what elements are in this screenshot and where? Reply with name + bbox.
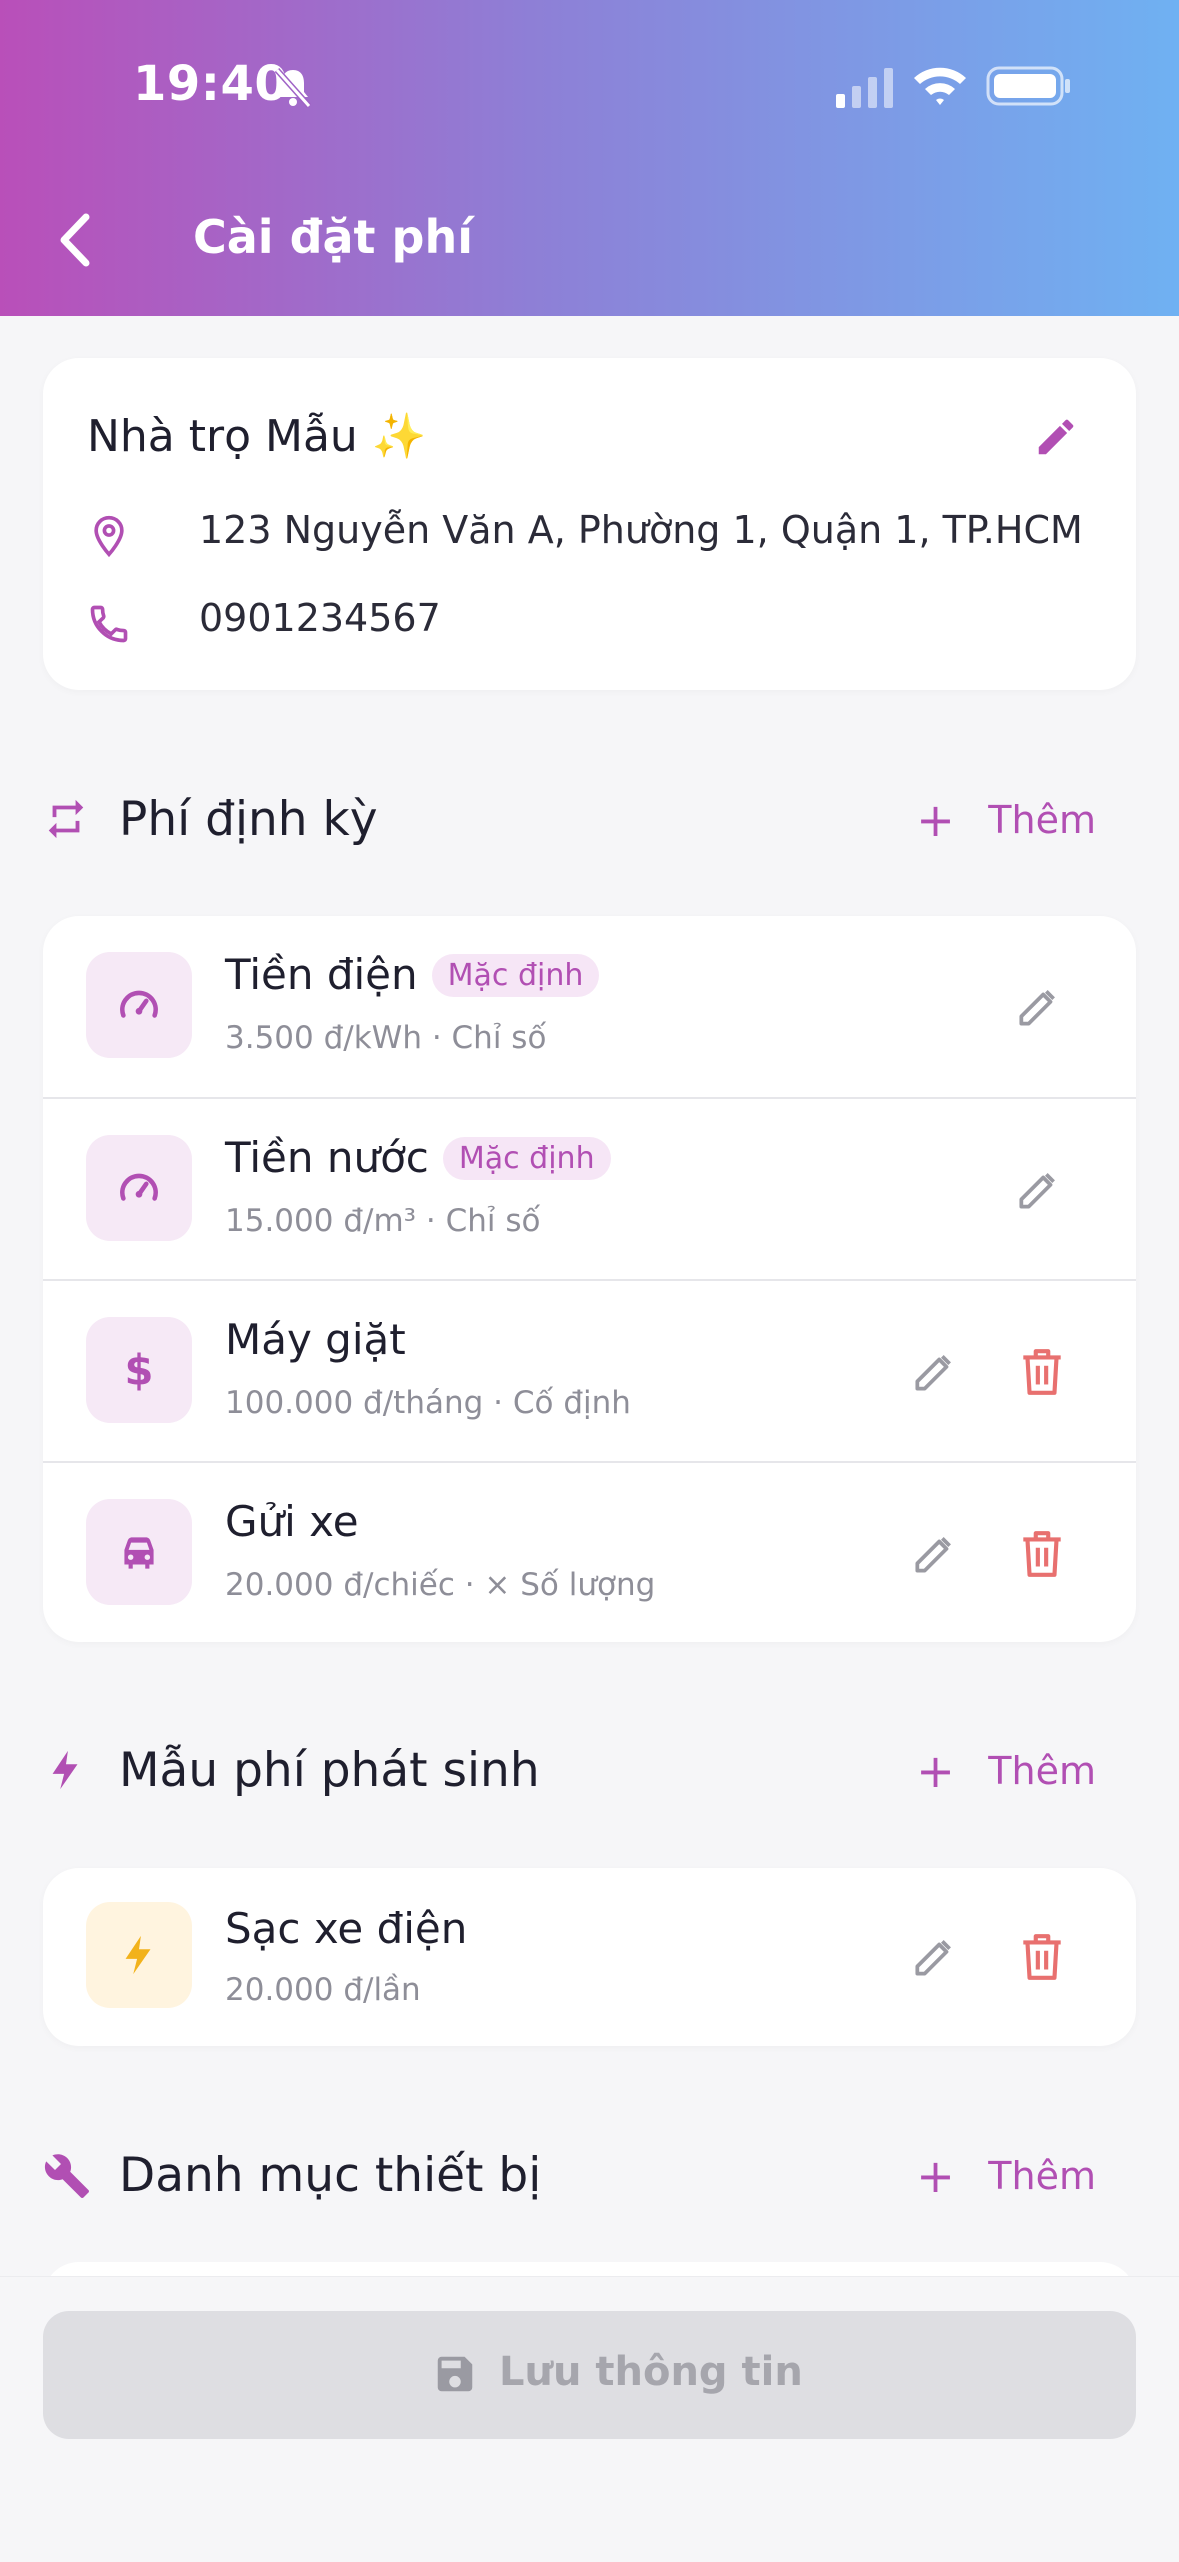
fee-detail: 20.000 đ/chiếc · × Số lượng	[225, 1567, 656, 1603]
default-badge: Mặc định	[431, 954, 600, 997]
default-badge: Mặc định	[442, 1137, 611, 1180]
fee-name-text: Tiền điện	[225, 950, 418, 999]
save-label: Lưu thông tin	[499, 2349, 803, 2395]
page-title: Cài đặt phí	[193, 210, 473, 264]
fee-item[interactable]: Tiền điện Mặc định 3.500 đ/kWh · Chỉ số	[43, 916, 1136, 1097]
property-card: Nhà trọ Mẫu ✨ 123 Nguyễn Văn A, Phường 1…	[43, 358, 1136, 690]
gauge-icon	[86, 952, 192, 1058]
phone-icon	[90, 605, 128, 643]
wrench-icon	[44, 2154, 89, 2198]
add-recurring-fee-label: Thêm	[988, 798, 1096, 842]
fee-name-text: Tiền nước	[225, 1133, 429, 1182]
fee-item[interactable]: Tiền nước Mặc định 15.000 đ/m³ · Chỉ số	[43, 1097, 1136, 1280]
save-icon	[437, 2356, 473, 2392]
repeat-icon	[48, 799, 84, 839]
bolt-icon	[86, 1902, 192, 2008]
fee-item[interactable]: Gửi xe 20.000 đ/chiếc · × Số lượng	[43, 1461, 1136, 1642]
bell-off-icon	[274, 68, 312, 108]
equipment-title: Danh mục thiết bị	[119, 2148, 542, 2203]
plus-icon: +	[916, 793, 955, 847]
car-icon	[86, 1499, 192, 1605]
delete-fee-button[interactable]	[1017, 1930, 1067, 1984]
status-time: 19:40	[133, 56, 289, 112]
add-equipment-button[interactable]: + Thêm	[916, 2153, 1096, 2204]
delete-fee-button[interactable]	[1017, 1345, 1067, 1399]
wifi-icon	[914, 67, 966, 105]
incidental-fees-card: Sạc xe điện 20.000 đ/lần	[43, 1868, 1136, 2046]
equipment-header: Danh mục thiết bị + Thêm	[43, 2136, 1136, 2216]
recurring-fees-card: Tiền điện Mặc định 3.500 đ/kWh · Chỉ số T…	[43, 916, 1136, 1642]
save-button[interactable]: Lưu thông tin	[43, 2311, 1136, 2439]
fee-detail: 3.500 đ/kWh · Chỉ số	[225, 1020, 547, 1056]
recurring-fees-title: Phí định kỳ	[119, 792, 378, 847]
plus-icon: +	[916, 2149, 955, 2203]
fee-detail: 20.000 đ/lần	[225, 1972, 421, 2008]
incidental-fees-header: Mẫu phí phát sinh + Thêm	[43, 1731, 1136, 1811]
delete-fee-button[interactable]	[1017, 1527, 1067, 1581]
signal-icon	[836, 68, 893, 108]
fee-name: Tiền điện Mặc định	[225, 950, 600, 999]
back-button[interactable]	[46, 205, 106, 275]
edit-fee-button[interactable]	[909, 1529, 959, 1579]
edit-fee-button[interactable]	[909, 1347, 959, 1397]
fee-name: Sạc xe điện	[225, 1904, 468, 1953]
add-equipment-label: Thêm	[988, 2154, 1096, 2198]
add-incidental-fee-label: Thêm	[988, 1749, 1096, 1793]
fee-detail: 15.000 đ/m³ · Chỉ số	[225, 1203, 541, 1239]
battery-icon	[986, 66, 1070, 106]
fee-name: Tiền nước Mặc định	[225, 1133, 611, 1182]
app-header: 19:40 Cài đặt phí	[0, 0, 1179, 316]
recurring-fees-header: Phí định kỳ + Thêm	[43, 780, 1136, 860]
edit-property-button[interactable]	[1033, 414, 1079, 460]
bottom-bar: Lưu thông tin	[0, 2276, 1179, 2562]
plus-icon: +	[916, 1744, 955, 1798]
fee-detail: 100.000 đ/tháng · Cố định	[225, 1385, 631, 1421]
fee-item[interactable]: $ Máy giặt 100.000 đ/tháng · Cố định	[43, 1279, 1136, 1462]
edit-fee-button[interactable]	[1013, 982, 1063, 1032]
property-phone: 0901234567	[199, 596, 441, 640]
property-address: 123 Nguyễn Văn A, Phường 1, Quận 1, TP.H…	[199, 508, 1083, 552]
bolt-icon	[52, 1750, 78, 1790]
gauge-icon	[86, 1135, 192, 1241]
location-pin-icon	[94, 515, 124, 558]
incidental-fees-title: Mẫu phí phát sinh	[119, 1743, 540, 1798]
fee-item[interactable]: Sạc xe điện 20.000 đ/lần	[43, 1868, 1136, 2046]
add-recurring-fee-button[interactable]: + Thêm	[916, 797, 1096, 848]
dollar-icon: $	[86, 1317, 192, 1423]
fee-name: Máy giặt	[225, 1315, 406, 1364]
svg-text:$: $	[125, 1346, 154, 1395]
edit-fee-button[interactable]	[1013, 1165, 1063, 1215]
edit-fee-button[interactable]	[909, 1932, 959, 1982]
property-name: Nhà trọ Mẫu ✨	[87, 411, 427, 462]
add-incidental-fee-button[interactable]: + Thêm	[916, 1748, 1096, 1799]
fee-name: Gửi xe	[225, 1497, 359, 1546]
